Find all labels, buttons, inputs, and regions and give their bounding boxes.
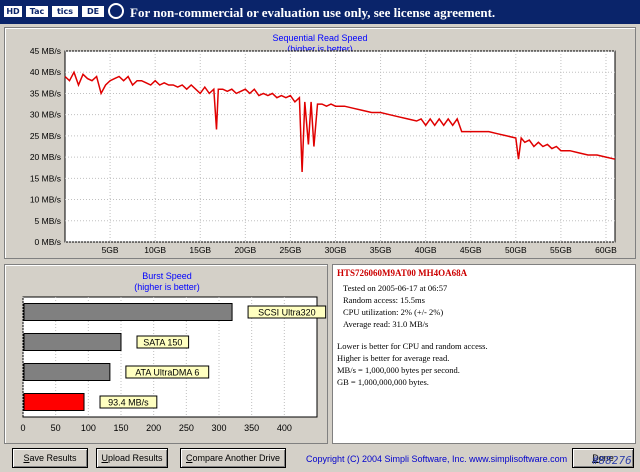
x-tick-label: 200 [146, 423, 161, 433]
x-tick-label: 15GB [189, 245, 211, 255]
x-tick-label: 25GB [280, 245, 302, 255]
note-line: Higher is better for average read. [337, 353, 450, 363]
y-tick-label: 40 MB/s [30, 67, 61, 77]
read-speed-panel: Sequential Read Speed (higher is better)… [4, 27, 636, 259]
stopwatch-icon [108, 3, 124, 19]
button-label: ompare Another Drive [192, 453, 281, 463]
x-tick-label: 0 [20, 423, 25, 433]
x-tick-label: 30GB [325, 245, 347, 255]
burst-bar [23, 363, 111, 381]
y-tick-label: 15 MB/s [30, 173, 61, 183]
x-tick-label: 35GB [370, 245, 392, 255]
y-tick-label: 45 MB/s [30, 46, 61, 56]
x-tick-label: 100 [81, 423, 96, 433]
logo-letters: Tac [26, 6, 48, 17]
x-tick-label: 20GB [234, 245, 256, 255]
plot-area [64, 50, 616, 243]
button-label: pload Results [107, 453, 163, 463]
drive-name: HTS726060M9AT00 MH4OA68A [337, 268, 468, 278]
y-tick-label: 25 MB/s [30, 131, 61, 141]
x-tick-label: 50 [51, 423, 61, 433]
logo-letters: DE [82, 6, 104, 17]
note-line: GB = 1,000,000,000 bytes. [337, 377, 429, 387]
logo-letters: tics [52, 6, 78, 17]
x-tick-label: 45GB [460, 245, 482, 255]
x-tick-label: 10GB [144, 245, 166, 255]
x-tick-label: 55GB [550, 245, 572, 255]
burst-speed-chart: 0 50 100 150 200 250 300 350 400 SCSI Ultra320 SAT… [20, 296, 327, 433]
x-tick-label: 350 [244, 423, 259, 433]
x-tick-label: 400 [277, 423, 292, 433]
burst-bar [23, 303, 233, 321]
x-tick-label: 50GB [505, 245, 527, 255]
y-tick-label: 10 MB/s [30, 195, 61, 205]
note-line: Lower is better for CPU and random acces… [337, 341, 488, 351]
x-tick-label: 5GB [102, 245, 119, 255]
burst-bar [23, 333, 122, 351]
cpu-utilization: CPU utilization: 2% (+/- 2%) [343, 307, 444, 317]
bar-label: SATA 150 [143, 338, 182, 348]
tested-date: Tested on 2005-06-17 at 06:57 [343, 283, 448, 293]
x-tick-label: 60GB [595, 245, 617, 255]
button-label: ave Results [29, 453, 77, 463]
note-line: MB/s = 1,000,000 bytes per second. [337, 365, 460, 375]
hdtach-logo: HD Tac tics DE [2, 2, 126, 22]
y-tick-label: 20 MB/s [30, 152, 61, 162]
read-speed-chart: 0 MB/s 5 MB/s 10 MB/s 15 MB/s 20 MB/s 25 MB/s… [30, 46, 617, 255]
x-tick-label: 300 [211, 423, 226, 433]
burst-speed-panel: Burst Speed (higher is better) 0 50 100 150… [4, 264, 328, 444]
burst-bar [23, 393, 85, 411]
y-tick-label: 5 MB/s [35, 216, 61, 226]
x-tick-label: 40GB [415, 245, 437, 255]
watermark: #88276 [592, 454, 632, 467]
upload-results-button[interactable]: Upload Results [96, 448, 168, 468]
y-tick-label: 35 MB/s [30, 88, 61, 98]
drive-info-panel: HTS726060M9AT00 MH4OA68A Tested on 2005-… [332, 264, 636, 444]
logo-letters: HD [4, 6, 22, 17]
y-tick-label: 30 MB/s [30, 110, 61, 120]
x-tick-label: 250 [179, 423, 194, 433]
license-notice: For non-commercial or evaluation use onl… [130, 5, 496, 20]
copyright-text: Copyright (C) 2004 Simpli Software, Inc.… [306, 454, 568, 464]
y-tick-label: 0 MB/s [35, 237, 61, 247]
average-read: Average read: 31.0 MB/s [343, 319, 429, 329]
x-tick-label: 150 [113, 423, 128, 433]
bar-label: SCSI Ultra320 [258, 308, 316, 318]
bar-label: ATA UltraDMA 6 [135, 368, 199, 378]
random-access: Random access: 15.5ms [343, 295, 425, 305]
compare-another-drive-button[interactable]: Compare Another Drive [180, 448, 286, 468]
title-bar: HD Tac tics DE For non-commercial or eva… [0, 0, 640, 24]
bar-label: 93.4 MB/s [108, 398, 149, 408]
save-results-button[interactable]: Save Results [12, 448, 88, 468]
